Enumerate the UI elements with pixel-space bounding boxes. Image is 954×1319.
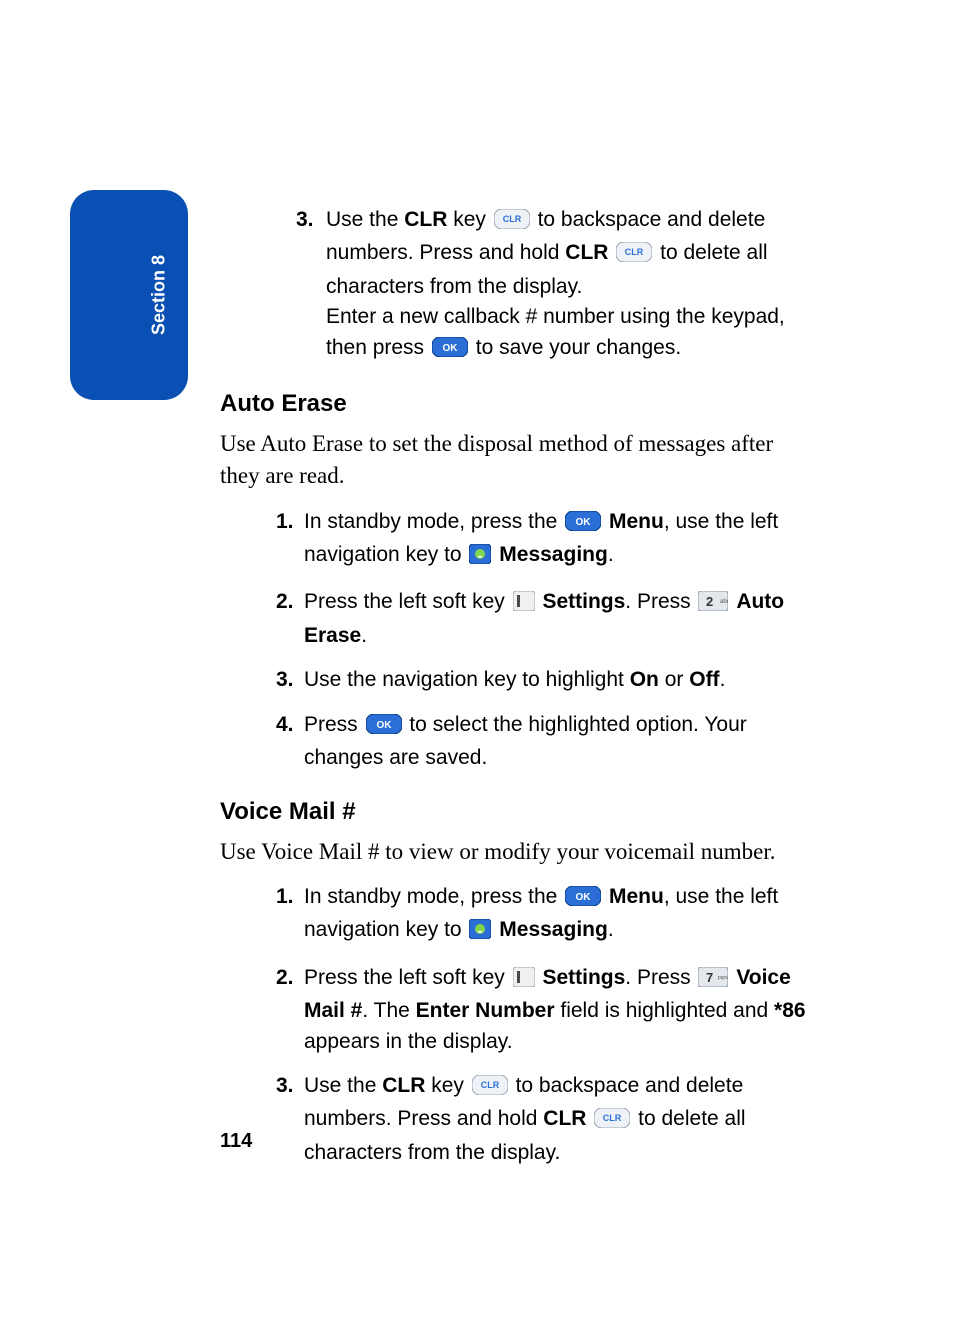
text: . xyxy=(720,668,726,691)
voice-mail-intro: Use Voice Mail # to view or modify your … xyxy=(220,836,814,868)
menu-label: Menu xyxy=(609,510,664,533)
step-number: 3. xyxy=(276,665,294,695)
step-number: 1. xyxy=(276,882,294,912)
list-item: 1. In standby mode, press the Menu, use … xyxy=(276,882,814,949)
text: Press xyxy=(304,713,364,736)
text: . xyxy=(608,918,614,941)
messaging-icon xyxy=(469,543,491,573)
text: appears in the display. xyxy=(304,1030,513,1053)
text: . The xyxy=(362,999,415,1022)
voice-mail-steps: 1. In standby mode, press the Menu, use … xyxy=(220,882,814,1169)
enter-number-label: Enter Number xyxy=(416,999,555,1022)
text: In standby mode, press the xyxy=(304,885,563,908)
text: Press the left soft key xyxy=(304,590,511,613)
text: Use the xyxy=(326,208,404,231)
text: . xyxy=(361,624,367,647)
on-label: On xyxy=(630,668,659,691)
soft-key-icon xyxy=(513,590,535,620)
star86-label: *86 xyxy=(774,999,806,1022)
clr-label: CLR xyxy=(543,1107,586,1130)
list-item: 2. Press the left soft key Settings. Pre… xyxy=(276,963,814,1057)
text: . Press xyxy=(625,966,696,989)
text: Use the xyxy=(304,1074,382,1097)
clr-key-icon xyxy=(494,208,530,238)
clr-label: CLR xyxy=(382,1074,425,1097)
settings-label: Settings xyxy=(542,590,625,613)
text: . Press xyxy=(625,590,696,613)
callback-steps-continued: 3. Use the CLR key to backspace and dele… xyxy=(220,205,814,366)
text: key xyxy=(425,1074,469,1097)
clr-key-icon xyxy=(616,241,652,271)
off-label: Off xyxy=(689,668,719,691)
text: In standby mode, press the xyxy=(304,510,563,533)
step-number: 3. xyxy=(296,205,314,235)
list-item: 2. Press the left soft key Settings. Pre… xyxy=(276,587,814,651)
messaging-icon xyxy=(469,918,491,948)
text xyxy=(608,241,614,264)
two-key-icon xyxy=(698,590,728,620)
soft-key-icon xyxy=(513,966,535,996)
ok-key-icon xyxy=(565,885,601,915)
messaging-label: Messaging xyxy=(499,918,608,941)
text: Press the left soft key xyxy=(304,966,511,989)
step-number: 4. xyxy=(276,710,294,740)
settings-label: Settings xyxy=(542,966,625,989)
text: Use the navigation key to highlight xyxy=(304,668,630,691)
ok-key-icon xyxy=(366,713,402,743)
step-number: 2. xyxy=(276,963,294,993)
text: . xyxy=(608,543,614,566)
seven-key-icon xyxy=(698,966,728,996)
clr-label: CLR xyxy=(565,241,608,264)
text: to save your changes. xyxy=(470,336,681,359)
clr-key-icon xyxy=(472,1074,508,1104)
step-number: 2. xyxy=(276,587,294,617)
ok-key-icon xyxy=(565,510,601,540)
auto-erase-intro: Use Auto Erase to set the disposal metho… xyxy=(220,428,814,492)
menu-label: Menu xyxy=(609,885,664,908)
step-number: 3. xyxy=(276,1071,294,1101)
list-item: 1. In standby mode, press the Menu, use … xyxy=(276,507,814,574)
list-item: 3. Use the navigation key to highlight O… xyxy=(276,665,814,695)
auto-erase-heading: Auto Erase xyxy=(220,390,814,418)
clr-key-icon xyxy=(594,1107,630,1137)
text xyxy=(586,1107,592,1130)
ok-key-icon xyxy=(432,336,468,366)
text: or xyxy=(659,668,689,691)
list-item: 3. Use the CLR key to backspace and dele… xyxy=(296,205,814,366)
list-item: 4. Press to select the highlighted optio… xyxy=(276,710,814,774)
text: field is highlighted and xyxy=(555,999,775,1022)
step-number: 1. xyxy=(276,507,294,537)
text: key xyxy=(447,208,491,231)
list-item: 3. Use the CLR key to backspace and dele… xyxy=(276,1071,814,1168)
clr-label: CLR xyxy=(404,208,447,231)
page-number: 114 xyxy=(220,1130,252,1153)
messaging-label: Messaging xyxy=(499,543,608,566)
voice-mail-heading: Voice Mail # xyxy=(220,798,814,826)
auto-erase-steps: 1. In standby mode, press the Menu, use … xyxy=(220,507,814,774)
